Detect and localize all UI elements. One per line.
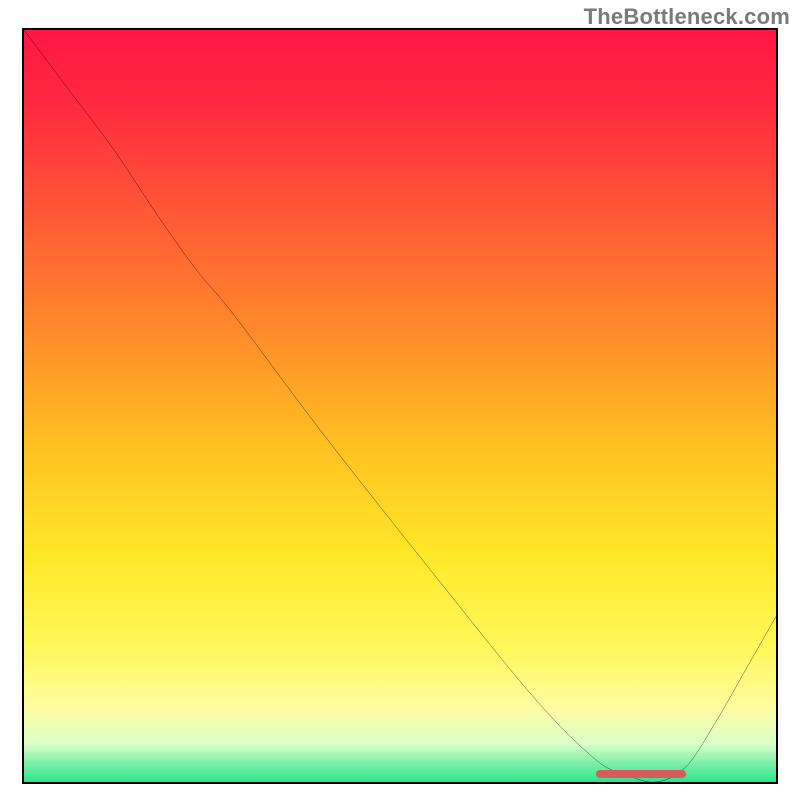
optimal-range-marker: [596, 770, 686, 778]
bottleneck-curve: [24, 30, 776, 782]
watermark-text: TheBottleneck.com: [584, 4, 790, 30]
chart-frame: [22, 28, 778, 784]
